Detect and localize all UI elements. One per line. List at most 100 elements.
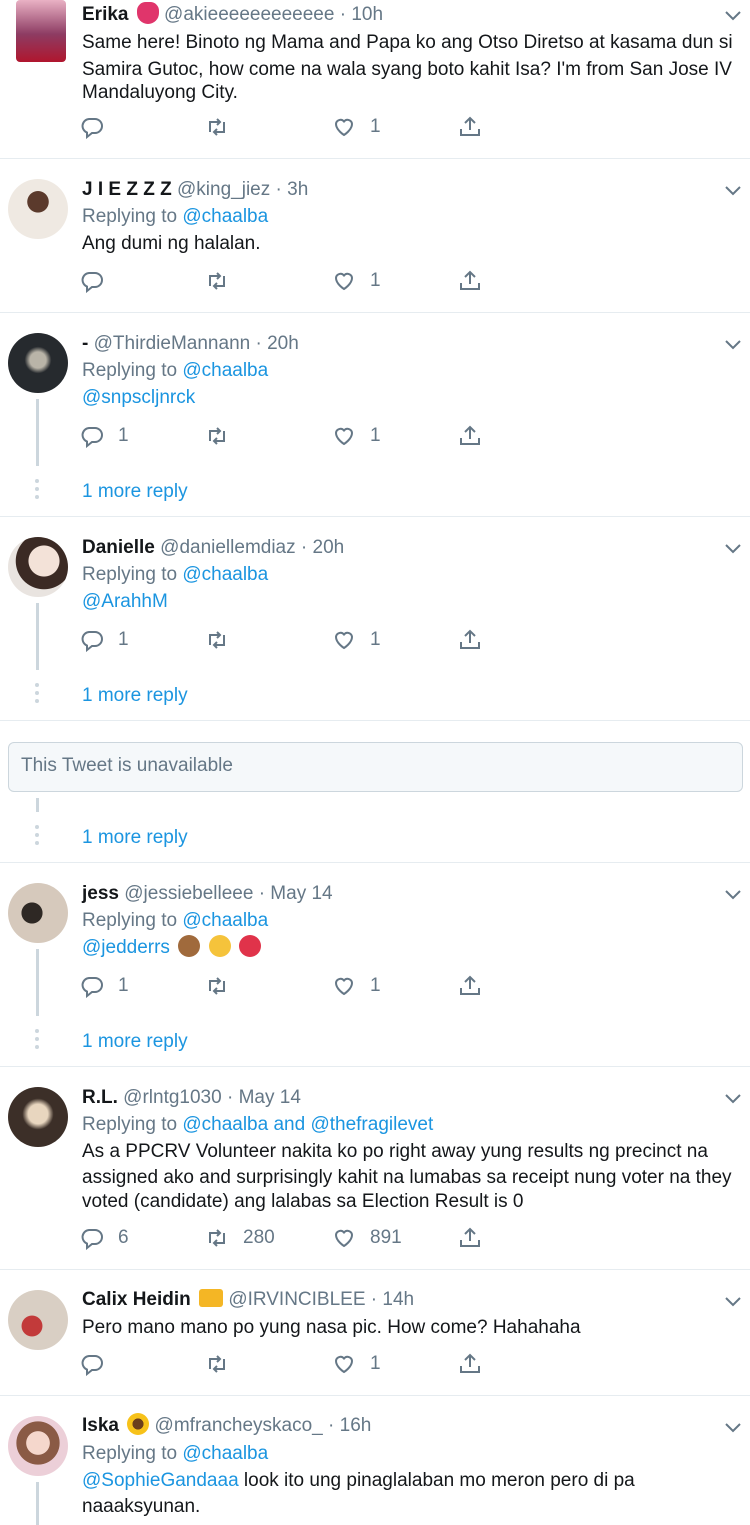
- chevron-down-icon[interactable]: [724, 1092, 742, 1106]
- like-button[interactable]: 1: [332, 627, 381, 653]
- mention-link[interactable]: @SophieGandaaa: [82, 1470, 239, 1491]
- avatar[interactable]: [8, 1087, 68, 1147]
- author-handle[interactable]: @daniellemdiaz: [160, 537, 295, 558]
- mention-link[interactable]: @chaalba: [182, 910, 268, 931]
- tweet-time[interactable]: · May 14: [227, 1087, 301, 1108]
- like-button[interactable]: 1: [332, 1351, 381, 1377]
- more-replies-link[interactable]: 1 more reply: [82, 683, 188, 709]
- like-button[interactable]: 1: [332, 423, 381, 449]
- author-handle[interactable]: @jessiebelleee: [124, 883, 253, 904]
- share-button[interactable]: [458, 114, 482, 140]
- tweet-time[interactable]: · 10h: [340, 4, 383, 25]
- author-name[interactable]: Iska: [82, 1415, 119, 1436]
- author-name[interactable]: Danielle: [82, 537, 155, 558]
- author-name[interactable]: J I E Z Z Z: [82, 179, 172, 200]
- share-button[interactable]: [458, 268, 482, 294]
- share-icon: [460, 425, 480, 445]
- tweet-jiezzz[interactable]: J I E Z Z Z @king_jiez · 3h Replying to …: [0, 159, 750, 312]
- share-button[interactable]: [458, 1351, 482, 1377]
- chevron-down-icon[interactable]: [724, 1295, 742, 1309]
- tweet-iska[interactable]: Iska @mfrancheyskaco_ · 16h Replying to …: [0, 1396, 750, 1525]
- author-handle[interactable]: @akieeeeeeeeeeee: [164, 4, 334, 25]
- author-name[interactable]: R.L.: [82, 1087, 118, 1108]
- more-replies-link[interactable]: 1 more reply: [82, 479, 188, 505]
- tweet-jess[interactable]: jess @jessiebelleee · May 14 Replying to…: [0, 863, 750, 1066]
- mention-link[interactable]: @chaalba: [182, 360, 268, 381]
- mention-link[interactable]: @chaalba: [182, 564, 268, 585]
- retweet-button[interactable]: [205, 423, 229, 449]
- reply-button[interactable]: 6: [80, 1225, 129, 1251]
- retweet-button[interactable]: [205, 627, 229, 653]
- share-button[interactable]: [458, 627, 482, 653]
- mention-link[interactable]: @chaalba and @thefragilevet: [182, 1114, 433, 1135]
- mention-link[interactable]: @snpscljnrck: [82, 384, 710, 411]
- author-name[interactable]: Calix Heidin: [82, 1289, 191, 1310]
- mention-link[interactable]: @chaalba: [182, 1443, 268, 1464]
- like-button[interactable]: 1: [332, 973, 381, 999]
- chevron-down-icon[interactable]: [724, 1421, 742, 1435]
- share-button[interactable]: [458, 1225, 482, 1251]
- retweet-button[interactable]: [205, 114, 229, 140]
- like-count: 1: [370, 270, 381, 291]
- share-button[interactable]: [458, 973, 482, 999]
- like-count: 891: [370, 1227, 402, 1248]
- avatar[interactable]: [8, 883, 68, 943]
- tweet-text-line: Mandaluyong City.: [82, 82, 238, 103]
- reply-button[interactable]: 1: [80, 973, 129, 999]
- replying-to: Replying to @chaalba: [82, 910, 269, 931]
- chevron-down-icon[interactable]: [724, 184, 742, 198]
- avatar[interactable]: [8, 333, 68, 393]
- like-button[interactable]: 1: [332, 268, 381, 294]
- tweet-time[interactable]: · 16h: [328, 1415, 371, 1436]
- mention-link[interactable]: @chaalba: [182, 206, 268, 227]
- reply-button[interactable]: [80, 268, 104, 294]
- mention-link[interactable]: @jedderrs: [82, 937, 170, 958]
- like-button[interactable]: 1: [332, 114, 381, 140]
- like-count: 1: [370, 116, 381, 137]
- author-handle[interactable]: @ThirdieMannann: [94, 333, 251, 354]
- avatar[interactable]: [8, 179, 68, 239]
- retweet-button[interactable]: 280: [205, 1225, 275, 1251]
- reply-button[interactable]: 1: [80, 627, 129, 653]
- reply-icon: [81, 631, 103, 652]
- author-handle[interactable]: @mfrancheyskaco_: [155, 1415, 323, 1436]
- tweet-calix[interactable]: Calix Heidin @IRVINCIBLEE · 14h Pero man…: [0, 1270, 750, 1395]
- chevron-down-icon[interactable]: [724, 542, 742, 556]
- tweet-time[interactable]: · 20h: [301, 537, 344, 558]
- author-name[interactable]: Erika: [82, 4, 128, 25]
- reply-icon: [81, 427, 103, 448]
- share-button[interactable]: [458, 423, 482, 449]
- thread-line: [36, 1482, 39, 1525]
- chevron-down-icon[interactable]: [724, 9, 742, 23]
- chevron-down-icon[interactable]: [724, 338, 742, 352]
- tweet-erika[interactable]: Erika @akieeeeeeeeeeee · 10h Same here! …: [0, 0, 750, 158]
- tweet-time[interactable]: · May 14: [259, 883, 333, 904]
- avatar[interactable]: [8, 537, 68, 597]
- more-replies-link[interactable]: 1 more reply: [82, 1029, 188, 1055]
- retweet-button[interactable]: [205, 1351, 229, 1377]
- chevron-down-icon[interactable]: [724, 888, 742, 902]
- avatar[interactable]: [16, 0, 66, 62]
- tweet-danielle[interactable]: Danielle @daniellemdiaz · 20h Replying t…: [0, 517, 750, 720]
- retweet-button[interactable]: [205, 268, 229, 294]
- tweet-time[interactable]: · 3h: [276, 179, 309, 200]
- author-name[interactable]: -: [82, 333, 88, 354]
- retweet-button[interactable]: [205, 973, 229, 999]
- author-name[interactable]: jess: [82, 883, 119, 904]
- like-button[interactable]: 891: [332, 1225, 402, 1251]
- reply-button[interactable]: [80, 114, 104, 140]
- avatar[interactable]: [8, 1290, 68, 1350]
- reply-icon: [81, 118, 103, 139]
- tweet-time[interactable]: · 14h: [371, 1289, 414, 1310]
- tweet-time[interactable]: · 20h: [255, 333, 298, 354]
- mention-link[interactable]: @ArahhM: [82, 588, 710, 615]
- author-handle[interactable]: @king_jiez: [177, 179, 270, 200]
- tweet-thirdie[interactable]: - @ThirdieMannann · 20h Replying to @cha…: [0, 313, 750, 516]
- reply-button[interactable]: 1: [80, 423, 129, 449]
- more-replies-link[interactable]: 1 more reply: [82, 825, 188, 851]
- tweet-rl[interactable]: R.L. @rlntg1030 · May 14 Replying to @ch…: [0, 1067, 750, 1269]
- author-handle[interactable]: @IRVINCIBLEE: [228, 1289, 365, 1310]
- avatar[interactable]: [8, 1416, 68, 1476]
- reply-button[interactable]: [80, 1351, 104, 1377]
- author-handle[interactable]: @rlntg1030: [123, 1087, 222, 1108]
